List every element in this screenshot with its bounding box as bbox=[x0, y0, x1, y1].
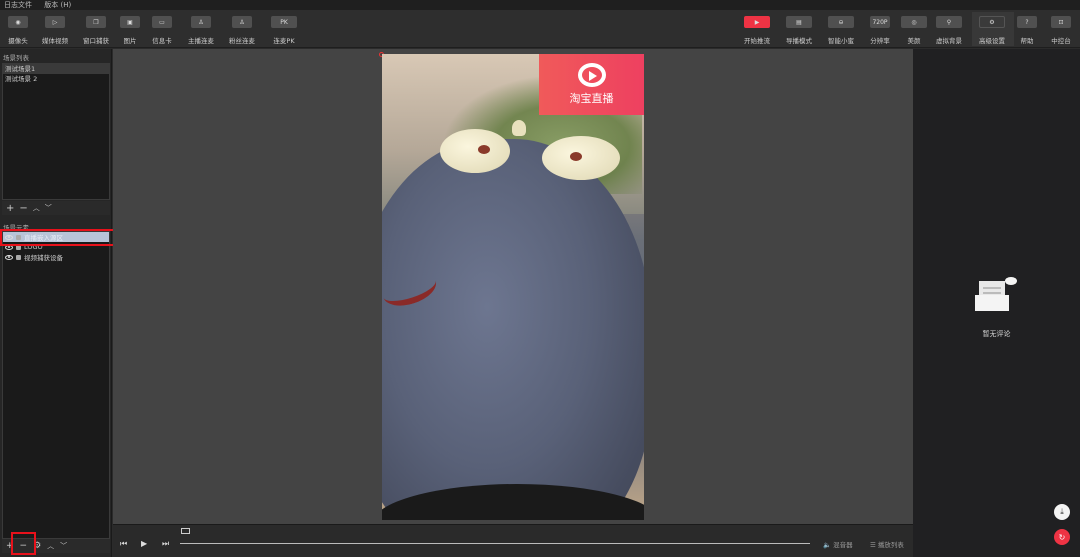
play-icon[interactable]: ▶ bbox=[141, 539, 147, 548]
image-icon: ▣ bbox=[120, 16, 140, 28]
play-icon: ▷ bbox=[45, 16, 65, 28]
plush-eye-right bbox=[542, 136, 620, 180]
advanced-settings-button[interactable]: ⚙ 高级设置 bbox=[972, 16, 1012, 45]
start-stream-button[interactable]: ▶ 开始推流 bbox=[737, 16, 777, 45]
beauty-icon: ◎ bbox=[901, 16, 927, 28]
pk-button[interactable]: PK 连麦PK bbox=[264, 16, 304, 45]
refresh-icon[interactable]: ↻ bbox=[1054, 529, 1070, 545]
highlight-box-source bbox=[0, 229, 127, 246]
console-button[interactable]: ⊡ 中控台 bbox=[1041, 16, 1080, 45]
menu-bar: 日志文件 版本 (H) bbox=[0, 0, 1080, 10]
beauty-button[interactable]: ◎ 美颜 bbox=[894, 16, 934, 45]
empty-comment-text: 暂无评论 bbox=[982, 330, 1011, 338]
camera-icon: ◉ bbox=[8, 16, 28, 28]
resolution-icon: 720P bbox=[870, 16, 890, 28]
eye-icon[interactable] bbox=[5, 254, 13, 260]
move-down-icon[interactable]: ﹀ bbox=[60, 541, 67, 551]
tv-play-icon bbox=[577, 63, 606, 87]
move-up-icon[interactable]: ︿ bbox=[33, 203, 40, 213]
taobao-live-logo: 淘宝直播 bbox=[539, 54, 644, 115]
pk-icon: PK bbox=[271, 16, 297, 28]
download-icon[interactable]: ⤓ bbox=[1054, 504, 1070, 520]
lock-icon[interactable] bbox=[16, 254, 21, 260]
window-icon: ❐ bbox=[86, 16, 106, 28]
source-list: 直播嵌入源区 LOGO 视频捕获设备 bbox=[2, 231, 110, 539]
plush-pupil bbox=[570, 152, 582, 161]
menu-version[interactable]: 版本 (H) bbox=[44, 1, 71, 9]
preview-area: 淘宝直播 bbox=[113, 49, 913, 524]
console-icon: ⊡ bbox=[1051, 16, 1071, 28]
plush-pupil bbox=[478, 145, 490, 154]
director-mode-button[interactable]: ▤ 导播模式 bbox=[779, 16, 819, 45]
media-video-button[interactable]: ▷ 媒体视频 bbox=[35, 16, 75, 45]
plush-toy bbox=[382, 139, 644, 520]
progress-bar[interactable] bbox=[180, 543, 810, 544]
virtual-bg-button[interactable]: ⚲ 虚拟背景 bbox=[929, 16, 969, 45]
highlight-box-remove bbox=[11, 532, 36, 555]
virtual-bg-icon: ⚲ bbox=[936, 16, 962, 28]
card-icon: ▭ bbox=[152, 16, 172, 28]
scene-item[interactable]: 测试场景1 bbox=[3, 64, 109, 74]
camera-button[interactable]: ◉ 摄像头 bbox=[0, 16, 38, 45]
menu-log[interactable]: 日志文件 bbox=[4, 1, 32, 9]
mixer-button[interactable]: 🔈 混音器 bbox=[823, 539, 853, 549]
prev-icon[interactable]: ⏮ bbox=[120, 539, 127, 549]
comment-panel: 暂无评论 ⤓ ↻ bbox=[913, 49, 1080, 557]
source-item[interactable]: 视频捕获设备 bbox=[3, 252, 109, 262]
mixer-label: 混音器 bbox=[833, 541, 853, 549]
anchor-link-button[interactable]: ♙ 主播连麦 bbox=[181, 16, 221, 45]
video-preview[interactable]: 淘宝直播 bbox=[382, 54, 644, 520]
left-panel: 场景列表 测试场景1 测试场景 2 + − ︿ ﹀ 场景元素 直播嵌入源区 LO… bbox=[0, 49, 112, 557]
playlist-button[interactable]: ☰ 播放列表 bbox=[870, 539, 904, 549]
next-icon[interactable]: ⏭ bbox=[162, 539, 169, 549]
info-card-button[interactable]: ▭ 信息卡 bbox=[142, 16, 182, 45]
assistant-icon: ⊖ bbox=[828, 16, 854, 28]
director-icon: ▤ bbox=[786, 16, 812, 28]
move-up-icon[interactable]: ︿ bbox=[47, 541, 54, 551]
scene-list: 测试场景1 测试场景 2 bbox=[2, 63, 110, 200]
scene-item[interactable]: 测试场景 2 bbox=[3, 74, 109, 84]
logo-text: 淘宝直播 bbox=[569, 92, 614, 105]
toolbar: ◉ 摄像头 ▷ 媒体视频 ❐ 窗口捕获 ▣ 图片 ▭ 信息卡 ♙ 主播连麦 ♙ … bbox=[0, 10, 1080, 48]
fan-link-icon: ♙ bbox=[232, 16, 252, 28]
remove-scene-icon[interactable]: − bbox=[19, 203, 27, 214]
settings-icon: ⚙ bbox=[979, 16, 1005, 28]
anchor-link-icon: ♙ bbox=[191, 16, 211, 28]
source-label: 视频捕获设备 bbox=[24, 254, 63, 262]
fan-link-button[interactable]: ♙ 粉丝连麦 bbox=[222, 16, 262, 45]
plush-horn bbox=[512, 120, 526, 136]
help-icon: ? bbox=[1017, 16, 1037, 28]
assistant-button[interactable]: ⊖ 智能小蜜 bbox=[821, 16, 861, 45]
scene-list-controls: + − ︿ ﹀ bbox=[2, 201, 110, 215]
screen-icon[interactable] bbox=[181, 528, 190, 534]
stream-start-icon: ▶ bbox=[744, 16, 770, 28]
plush-eye-left bbox=[440, 129, 510, 173]
add-scene-icon[interactable]: + bbox=[6, 203, 14, 214]
empty-comment-icon bbox=[975, 277, 1017, 311]
playback-bar: ⏮ ▶ ⏭ 🔈 混音器 ☰ 播放列表 bbox=[113, 524, 913, 557]
move-down-icon[interactable]: ﹀ bbox=[45, 203, 52, 213]
playlist-label: 播放列表 bbox=[877, 541, 904, 549]
